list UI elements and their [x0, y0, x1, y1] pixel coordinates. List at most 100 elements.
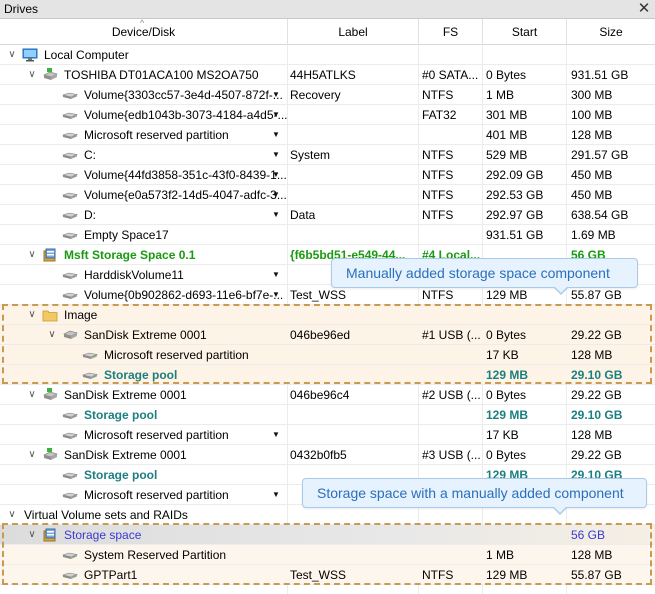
cell-label: [290, 365, 416, 385]
column-header-label[interactable]: Label: [288, 19, 419, 45]
table-row[interactable]: ∨ Image: [0, 305, 655, 325]
cell-label: Test_WSS: [290, 568, 347, 582]
collapse-chevron-icon[interactable]: ∨: [26, 385, 38, 405]
collapse-chevron-icon[interactable]: ∨: [26, 525, 38, 545]
row-name: Microsoft reserved partition: [84, 488, 229, 502]
storage-space-icon: [42, 248, 58, 262]
table-row[interactable]: Volume{edb1043b-3073-4184-a4d5-... ▼ FAT32…: [0, 105, 655, 125]
cell-size: 291.57 GB: [571, 148, 629, 162]
volume-icon: [61, 208, 79, 222]
dropdown-arrow-icon[interactable]: ▼: [272, 185, 280, 205]
volume-icon: [61, 228, 79, 242]
cell-label: Test_WSS: [290, 288, 347, 302]
row-name: Storage pool: [104, 368, 178, 382]
table-row[interactable]: ∨ Storage space 56 GB: [0, 525, 655, 545]
table-row[interactable]: Microsoft reserved partition 17 KB 128 MB: [0, 345, 655, 365]
row-name: Volume{e0a573f2-14d5-4047-adfc-3...: [84, 188, 287, 202]
row-name: Microsoft reserved partition: [84, 128, 229, 142]
volume-icon: [61, 568, 79, 582]
dropdown-arrow-icon[interactable]: ▼: [272, 205, 280, 225]
row-name: HarddiskVolume11: [84, 268, 184, 282]
table-row[interactable]: Volume{3303cc57-3e4d-4507-872f-... ▼ Recov…: [0, 85, 655, 105]
table-row[interactable]: ∨ SanDisk Extreme 0001 0432b0fb5 #3 USB (..…: [0, 445, 655, 465]
table-row[interactable]: GPTPart1 Test_WSS NTFS 129 MB 55.87 GB: [0, 565, 655, 585]
cell-size: 638.54 GB: [571, 208, 629, 222]
cell-start: 129 MB: [486, 408, 529, 422]
table-row[interactable]: Volume{e0a573f2-14d5-4047-adfc-3... ▼ NTFS…: [0, 185, 655, 205]
cell-label: [290, 505, 416, 525]
volume-icon: [61, 88, 79, 102]
cell-start: 129 MB: [486, 568, 528, 582]
cell-device: D: ▼: [0, 205, 287, 225]
cell-start: 401 MB: [486, 128, 528, 142]
dropdown-arrow-icon[interactable]: ▼: [272, 425, 280, 445]
table-row[interactable]: Microsoft reserved partition ▼ 17 KB 128 MB: [0, 425, 655, 445]
cell-fs: #3 USB (...: [422, 448, 481, 462]
cell-device: ∨ Local Computer: [0, 45, 287, 65]
dropdown-arrow-icon[interactable]: ▼: [272, 105, 280, 125]
cell-device: System Reserved Partition: [0, 545, 287, 565]
table-row[interactable]: ∨ Local Computer: [0, 45, 655, 65]
row-name: Local Computer: [44, 48, 129, 62]
dropdown-arrow-icon[interactable]: ▼: [272, 125, 280, 145]
row-name: Volume{44fd3858-351c-43f0-8439-1...: [84, 168, 287, 182]
collapse-chevron-icon[interactable]: ∨: [26, 65, 38, 85]
column-header-fs[interactable]: FS: [419, 19, 483, 45]
column-header-start[interactable]: Start: [483, 19, 567, 45]
cell-start: [486, 45, 566, 65]
row-name: SanDisk Extreme 0001: [64, 388, 187, 402]
table-row[interactable]: C: ▼ System NTFS 529 MB 291.57 GB: [0, 145, 655, 165]
dropdown-arrow-icon[interactable]: ▼: [272, 485, 280, 505]
volume-icon: [61, 128, 79, 142]
column-header-device[interactable]: ^ Device/Disk: [0, 18, 288, 45]
table-row[interactable]: ∨ SanDisk Extreme 0001 046be96c4 #2 USB (..…: [0, 385, 655, 405]
cell-label: 046be96c4: [290, 388, 350, 402]
close-icon[interactable]: ✕: [636, 0, 652, 18]
table-row[interactable]: Storage pool 129 MB 29.10 GB: [0, 405, 655, 425]
cell-device: ∨ Image: [0, 305, 287, 325]
cell-fs: [422, 425, 482, 445]
table-row[interactable]: Empty Space17 931.51 GB 1.69 MB: [0, 225, 655, 245]
cell-size: [571, 45, 651, 65]
column-header-size[interactable]: Size: [567, 19, 655, 45]
collapse-chevron-icon[interactable]: ∨: [26, 305, 38, 325]
cell-device: Microsoft reserved partition ▼: [0, 485, 287, 505]
dropdown-arrow-icon[interactable]: ▼: [272, 165, 280, 185]
table-row[interactable]: Volume{44fd3858-351c-43f0-8439-1... ▼ NTFS…: [0, 165, 655, 185]
collapse-chevron-icon[interactable]: ∨: [26, 445, 38, 465]
cell-start: 0 Bytes: [486, 68, 527, 82]
cell-size: 29.22 GB: [571, 448, 622, 462]
cell-device: ∨ TOSHIBA DT01ACA100 MS2OA750: [0, 65, 287, 85]
volume-icon: [61, 188, 79, 202]
table-row[interactable]: Microsoft reserved partition ▼ 401 MB 128 M…: [0, 125, 655, 145]
panel-title: Drives: [4, 2, 39, 16]
row-name: Msft Storage Space 0.1: [64, 248, 196, 262]
cell-start: 17 KB: [486, 428, 519, 442]
panel-titlebar: Drives ✕: [0, 0, 655, 19]
cell-size: 29.10 GB: [571, 368, 623, 382]
cell-device: ∨ SanDisk Extreme 0001: [0, 385, 287, 405]
cell-fs: [422, 405, 482, 425]
cell-start: 129 MB: [486, 368, 529, 382]
table-row[interactable]: ∨ TOSHIBA DT01ACA100 MS2OA750 44H5ATLKS #0 …: [0, 65, 655, 85]
collapse-chevron-icon[interactable]: ∨: [6, 45, 18, 65]
cell-fs: NTFS: [422, 208, 454, 222]
collapse-chevron-icon[interactable]: ∨: [6, 505, 18, 525]
cell-fs: NTFS: [422, 168, 454, 182]
volume-icon: [61, 428, 79, 442]
cell-label: Recovery: [290, 88, 341, 102]
table-row[interactable]: ∨ SanDisk Extreme 0001 046be96ed #1 USB (..…: [0, 325, 655, 345]
table-row[interactable]: System Reserved Partition 1 MB 128 MB: [0, 545, 655, 565]
cell-fs: [422, 505, 482, 525]
dropdown-arrow-icon[interactable]: ▼: [272, 265, 280, 285]
dropdown-arrow-icon[interactable]: ▼: [272, 145, 280, 165]
cell-size: 1.69 MB: [571, 228, 616, 242]
collapse-chevron-icon[interactable]: ∨: [26, 245, 38, 265]
dropdown-arrow-icon[interactable]: ▼: [272, 285, 280, 305]
dropdown-arrow-icon[interactable]: ▼: [272, 85, 280, 105]
collapse-chevron-icon[interactable]: ∨: [46, 325, 58, 345]
table-row[interactable]: Storage pool 129 MB 29.10 GB: [0, 365, 655, 385]
table-row[interactable]: D: ▼ Data NTFS 292.97 GB 638.54 GB: [0, 205, 655, 225]
cell-device: C: ▼: [0, 145, 287, 165]
cell-device: Volume{e0a573f2-14d5-4047-adfc-3... ▼: [0, 185, 287, 205]
